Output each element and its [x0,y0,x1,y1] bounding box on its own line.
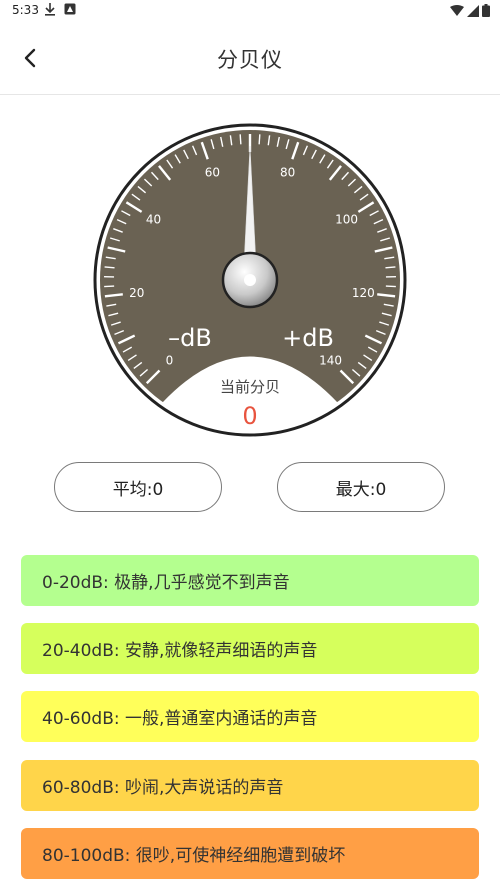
status-time: 5:33 [12,3,39,17]
gauge-tick-label: 60 [205,165,220,179]
gauge-tick-label: 140 [319,354,342,368]
max-db-button[interactable]: 最大:0 [277,462,445,512]
status-bar: 5:33 [0,0,500,22]
gauge-tick-label: 80 [280,165,295,179]
level-card-80-100: 80-100dB: 很吵,可使神经细胞遭到破坏 [21,828,479,879]
level-card-60-80: 60-80dB: 吵闹,大声说话的声音 [21,760,479,811]
gauge-minor-tick [104,266,115,269]
gauge-tick-label: 0 [166,354,174,368]
download-icon [45,3,55,16]
app-bar: 分贝仪 [0,22,500,95]
wifi-icon [450,4,464,16]
level-card-20-40: 20-40dB: 安静,就像轻声细语的声音 [21,623,479,674]
decibel-gauge: 0 20 40 60 80 100 120 140 –dB +dB 当前分贝 0 [93,123,407,437]
gauge-tick-label: 20 [129,286,144,300]
minus-db-label: –dB [168,324,212,352]
plus-db-label: +dB [282,324,334,352]
current-db-label: 当前分贝 [220,378,280,396]
gauge-minor-tick [239,134,242,145]
level-card-40-60: 40-60dB: 一般,普通室内通话的声音 [21,691,479,742]
notification-icon [64,3,76,15]
battery-icon [482,4,490,17]
current-db-value: 0 [242,402,257,430]
level-card-0-20: 0-20dB: 极静,几乎感觉不到声音 [21,555,479,606]
gauge-minor-tick [385,266,396,269]
gauge-tick-label: 120 [352,286,375,300]
average-db-button[interactable]: 平均:0 [54,462,222,512]
gauge-tick-label: 100 [335,212,358,226]
gauge-tick-label: 40 [146,212,161,226]
page-title: 分贝仪 [217,48,283,72]
gauge-minor-tick [258,134,261,145]
signal-icon [467,4,479,17]
